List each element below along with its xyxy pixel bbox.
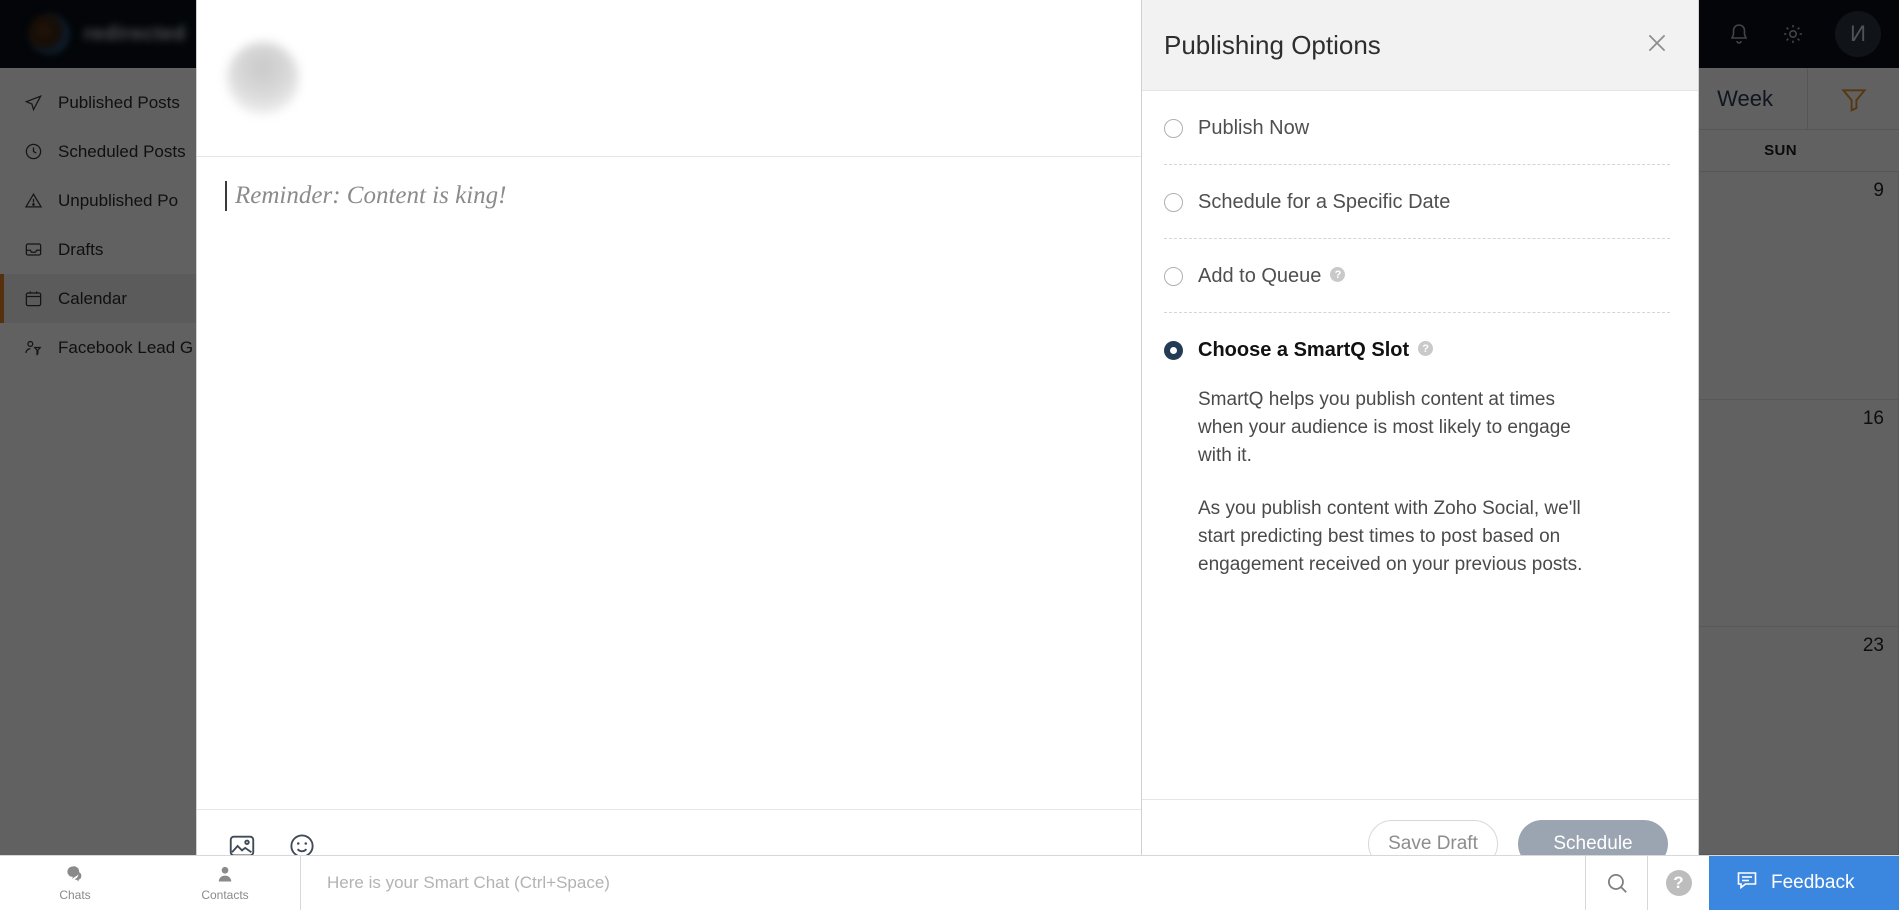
composer-header <box>197 0 1141 157</box>
radio-icon[interactable] <box>1164 341 1183 360</box>
page-title: Publishing Options <box>1164 29 1381 60</box>
chat-tab-contacts[interactable]: Contacts <box>150 856 300 910</box>
help-icon[interactable]: ? <box>1330 267 1346 282</box>
composer-avatar <box>227 42 299 114</box>
radio-option-add-to-queue[interactable]: Add to Queue ? <box>1164 239 1670 312</box>
radio-option-choose-smartq-slot[interactable]: Choose a SmartQ Slot ? <box>1164 313 1670 386</box>
smart-chat-bar: Chats Contacts Here is your Smart Chat (… <box>0 855 1899 910</box>
app-root: redirected <box>0 0 1899 910</box>
radio-icon[interactable] <box>1164 267 1183 286</box>
help-icon[interactable]: ? <box>1418 341 1434 356</box>
post-composer: Reminder: Content is king! <box>196 0 1142 887</box>
feedback-icon <box>1735 868 1759 898</box>
close-icon[interactable] <box>1644 30 1670 61</box>
radio-icon[interactable] <box>1164 193 1183 212</box>
smartq-description-paragraph-2: As you publish content with Zoho Social,… <box>1198 498 1583 575</box>
radio-option-label: Publish Now <box>1198 117 1310 139</box>
publishing-options-panel: Publishing Options Publish Now Schedule … <box>1142 0 1699 887</box>
radio-option-label: Add to Queue <box>1198 265 1322 287</box>
radio-option-schedule-specific-date[interactable]: Schedule for a Specific Date <box>1164 165 1670 238</box>
radio-icon[interactable] <box>1164 119 1183 138</box>
contacts-icon <box>215 864 235 887</box>
feedback-label: Feedback <box>1771 872 1855 893</box>
help-icon: ? <box>1665 870 1692 896</box>
publishing-options-header: Publishing Options <box>1142 0 1698 91</box>
help-button[interactable]: ? <box>1647 856 1709 910</box>
smartq-description-paragraph-1: SmartQ helps you publish content at time… <box>1198 389 1571 466</box>
text-caret <box>225 181 227 211</box>
smartq-description: SmartQ helps you publish content at time… <box>1164 386 1584 579</box>
radio-option-publish-now[interactable]: Publish Now <box>1164 91 1670 164</box>
chat-tab-label: Contacts <box>201 888 249 902</box>
chat-tab-chats[interactable]: Chats <box>0 856 150 910</box>
chat-tab-label: Chats <box>59 888 91 902</box>
chats-icon <box>65 864 85 887</box>
radio-option-label: Schedule for a Specific Date <box>1198 191 1451 213</box>
feedback-button[interactable]: Feedback <box>1709 856 1899 910</box>
publishing-options-list: Publish Now Schedule for a Specific Date… <box>1142 91 1698 799</box>
chat-bar-actions: ? Feedback <box>1585 856 1899 910</box>
composer-editor[interactable]: Reminder: Content is king! <box>197 157 1141 809</box>
smart-chat-input[interactable]: Here is your Smart Chat (Ctrl+Space) <box>300 856 1585 910</box>
search-icon[interactable] <box>1585 856 1647 910</box>
radio-option-label: Choose a SmartQ Slot <box>1198 339 1410 361</box>
composer-placeholder: Reminder: Content is king! <box>235 182 507 209</box>
